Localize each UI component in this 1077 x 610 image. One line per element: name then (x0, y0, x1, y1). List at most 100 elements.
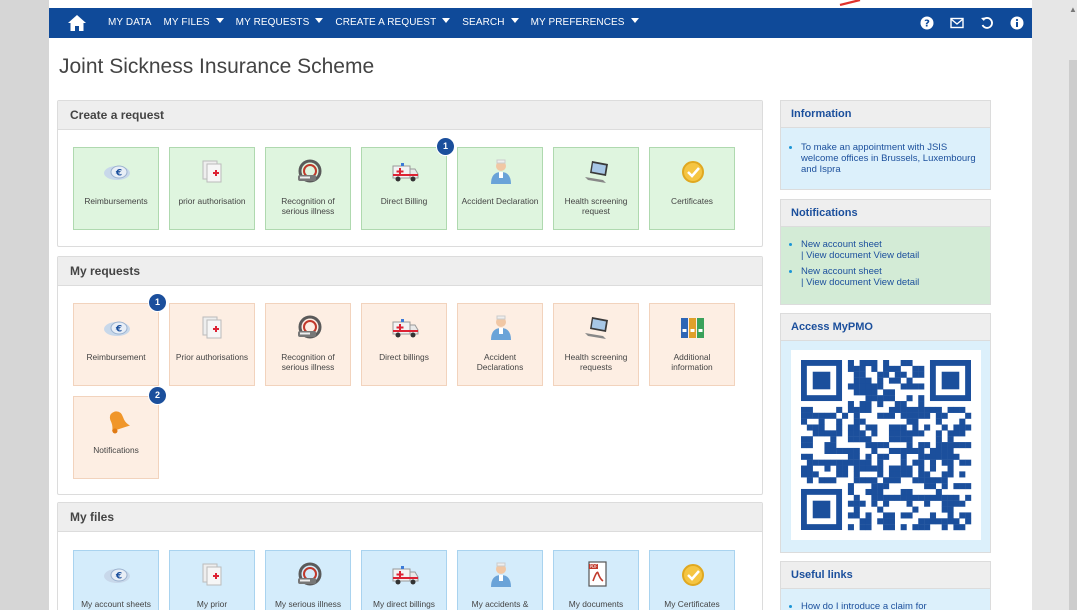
tile-label: Direct billings (379, 352, 429, 362)
tile-label: Additional information (671, 352, 713, 372)
tile-label: My serious illness (274, 599, 342, 609)
tile-label: Accident Declarations (476, 352, 524, 372)
tile-label: Reimbursements (84, 196, 148, 206)
tile-label: My accidents & (471, 599, 529, 609)
create-tile-recognition-of-serious-illness[interactable]: Recognition of serious illness (265, 147, 351, 230)
files-tile-my-prior[interactable]: My prior (169, 550, 255, 610)
tile-label: My direct billings (373, 599, 435, 609)
qr-code[interactable] (791, 350, 981, 540)
count-badge: 1 (148, 293, 167, 312)
medical-documents-icon (198, 561, 228, 589)
nav-item-create-a-request[interactable]: CREATE A REQUEST (335, 8, 462, 38)
caret-down-icon (215, 18, 224, 23)
my-requests-panel: My requests € Reimbursement 1 Prior authori… (57, 256, 763, 495)
certificate-seal-icon (678, 561, 708, 589)
home-icon[interactable] (66, 12, 88, 34)
requests-tile-direct-billings[interactable]: Direct billings (361, 303, 447, 386)
access-mypmo-header: Access MyPMO (781, 314, 990, 341)
nurse-icon (486, 158, 516, 186)
nav-item-my-files[interactable]: MY FILES (163, 8, 235, 38)
create-request-header: Create a request (58, 101, 762, 130)
medical-documents-icon (198, 314, 228, 342)
nav-item-my-preferences[interactable]: MY PREFERENCES (531, 8, 651, 38)
nav-item-my-data[interactable]: MY DATA (108, 8, 163, 38)
ambulance-icon (390, 314, 420, 342)
files-tile-my-account-sheets[interactable]: € My account sheets (73, 550, 159, 610)
my-files-panel: My files € My account sheets My prior My se… (57, 502, 763, 610)
create-tile-accident-declaration[interactable]: Accident Declaration (457, 147, 543, 230)
create-request-panel: Create a request € Reimbursements prior au… (57, 100, 763, 247)
info-icon[interactable] (1002, 8, 1032, 38)
tile-label: My Certificates (664, 599, 720, 609)
nurse-icon (486, 561, 516, 589)
access-mypmo-box: Access MyPMO (780, 313, 991, 553)
scroll-up-arrow-icon[interactable]: ▲ (1069, 6, 1077, 14)
information-header: Information (781, 101, 990, 128)
tile-label: prior authorisation (178, 196, 246, 206)
pdf-document-icon: PDF (582, 561, 612, 589)
ambulance-icon (390, 158, 420, 186)
certificate-seal-icon (678, 158, 708, 186)
svg-text:€: € (115, 325, 122, 335)
laptop-icon (582, 158, 612, 186)
requests-tile-accident-declarations[interactable]: Accident Declarations (457, 303, 543, 386)
create-tile-direct-billing[interactable]: Direct Billing (361, 147, 447, 230)
caret-down-icon (510, 18, 519, 23)
information-text[interactable]: To make an appointment with JSIS welcome… (801, 142, 982, 175)
requests-tile-recognition-of-serious-illness[interactable]: Recognition of serious illness (265, 303, 351, 386)
scanner-icon (294, 314, 324, 342)
files-tile-my-serious-illness[interactable]: My serious illness (265, 550, 351, 610)
euro-coin-icon: € (102, 561, 132, 589)
tile-label: Certificates (671, 196, 713, 206)
create-tile-health-screening-request[interactable]: Health screening request (553, 147, 639, 230)
tile-label: Prior authorisations (175, 352, 249, 362)
tile-label: Direct Billing (380, 196, 428, 206)
bell-icon (102, 407, 132, 435)
files-tile-my-documents[interactable]: PDF My documents (553, 550, 639, 610)
nav-item-my-requests[interactable]: MY REQUESTS (236, 8, 336, 38)
notifications-header: Notifications (781, 200, 990, 227)
requests-tile-additional-information[interactable]: Additional information (649, 303, 735, 386)
nav-item-search[interactable]: SEARCH (462, 8, 530, 38)
binders-icon (678, 314, 708, 342)
page-title: Joint Sickness Insurance Scheme (59, 55, 375, 78)
requests-tile-prior-authorisations[interactable]: Prior authorisations (169, 303, 255, 386)
mail-icon[interactable] (942, 8, 972, 38)
scrollbar-thumb[interactable] (1069, 60, 1077, 610)
create-tile-certificates[interactable]: Certificates (649, 147, 735, 230)
requests-tile-notifications[interactable]: Notifications (73, 396, 159, 479)
annotation-arrow-icon (839, 0, 861, 6)
laptop-icon (582, 314, 612, 342)
requests-tile-reimbursement[interactable]: € Reimbursement (73, 303, 159, 386)
svg-text:€: € (115, 572, 122, 582)
tile-label: My account sheets (81, 599, 151, 609)
information-box: Information To make an appointment with … (780, 100, 991, 190)
count-badge: 1 (436, 137, 455, 156)
useful-link-item[interactable]: How do I introduce a claim for (801, 601, 982, 610)
svg-text:€: € (115, 169, 122, 179)
tile-label: Recognition of serious illness (281, 352, 335, 372)
requests-tile-health-screening-requests[interactable]: Health screening requests (553, 303, 639, 386)
files-tile-my-accidents[interactable]: My accidents & (457, 550, 543, 610)
page: MY DATA MY FILES MY REQUESTS CREATE A REQUE… (49, 0, 1032, 610)
notification-item[interactable]: New account sheet| View document View de… (801, 239, 982, 261)
history-icon[interactable] (972, 8, 1002, 38)
create-tile-prior-authorisation[interactable]: prior authorisation (169, 147, 255, 230)
useful-links-box: Useful links How do I introduce a claim … (780, 561, 991, 610)
my-files-header: My files (58, 503, 762, 532)
nurse-icon (486, 314, 516, 342)
caret-down-icon (315, 18, 324, 23)
scanner-icon (294, 561, 324, 589)
caret-down-icon (630, 18, 639, 23)
euro-coin-icon: € (102, 158, 132, 186)
tile-label: Reimbursement (86, 352, 146, 362)
useful-links-header: Useful links (781, 562, 990, 589)
caret-down-icon (442, 18, 451, 23)
files-tile-my-direct-billings[interactable]: My direct billings (361, 550, 447, 610)
files-tile-my-certificates[interactable]: My Certificates (649, 550, 735, 610)
notification-item[interactable]: New account sheet| View document View de… (801, 266, 982, 288)
svg-text:?: ? (924, 19, 930, 30)
medical-documents-icon (198, 158, 228, 186)
create-tile-reimbursements[interactable]: € Reimbursements (73, 147, 159, 230)
help-icon[interactable]: ? (912, 8, 942, 38)
